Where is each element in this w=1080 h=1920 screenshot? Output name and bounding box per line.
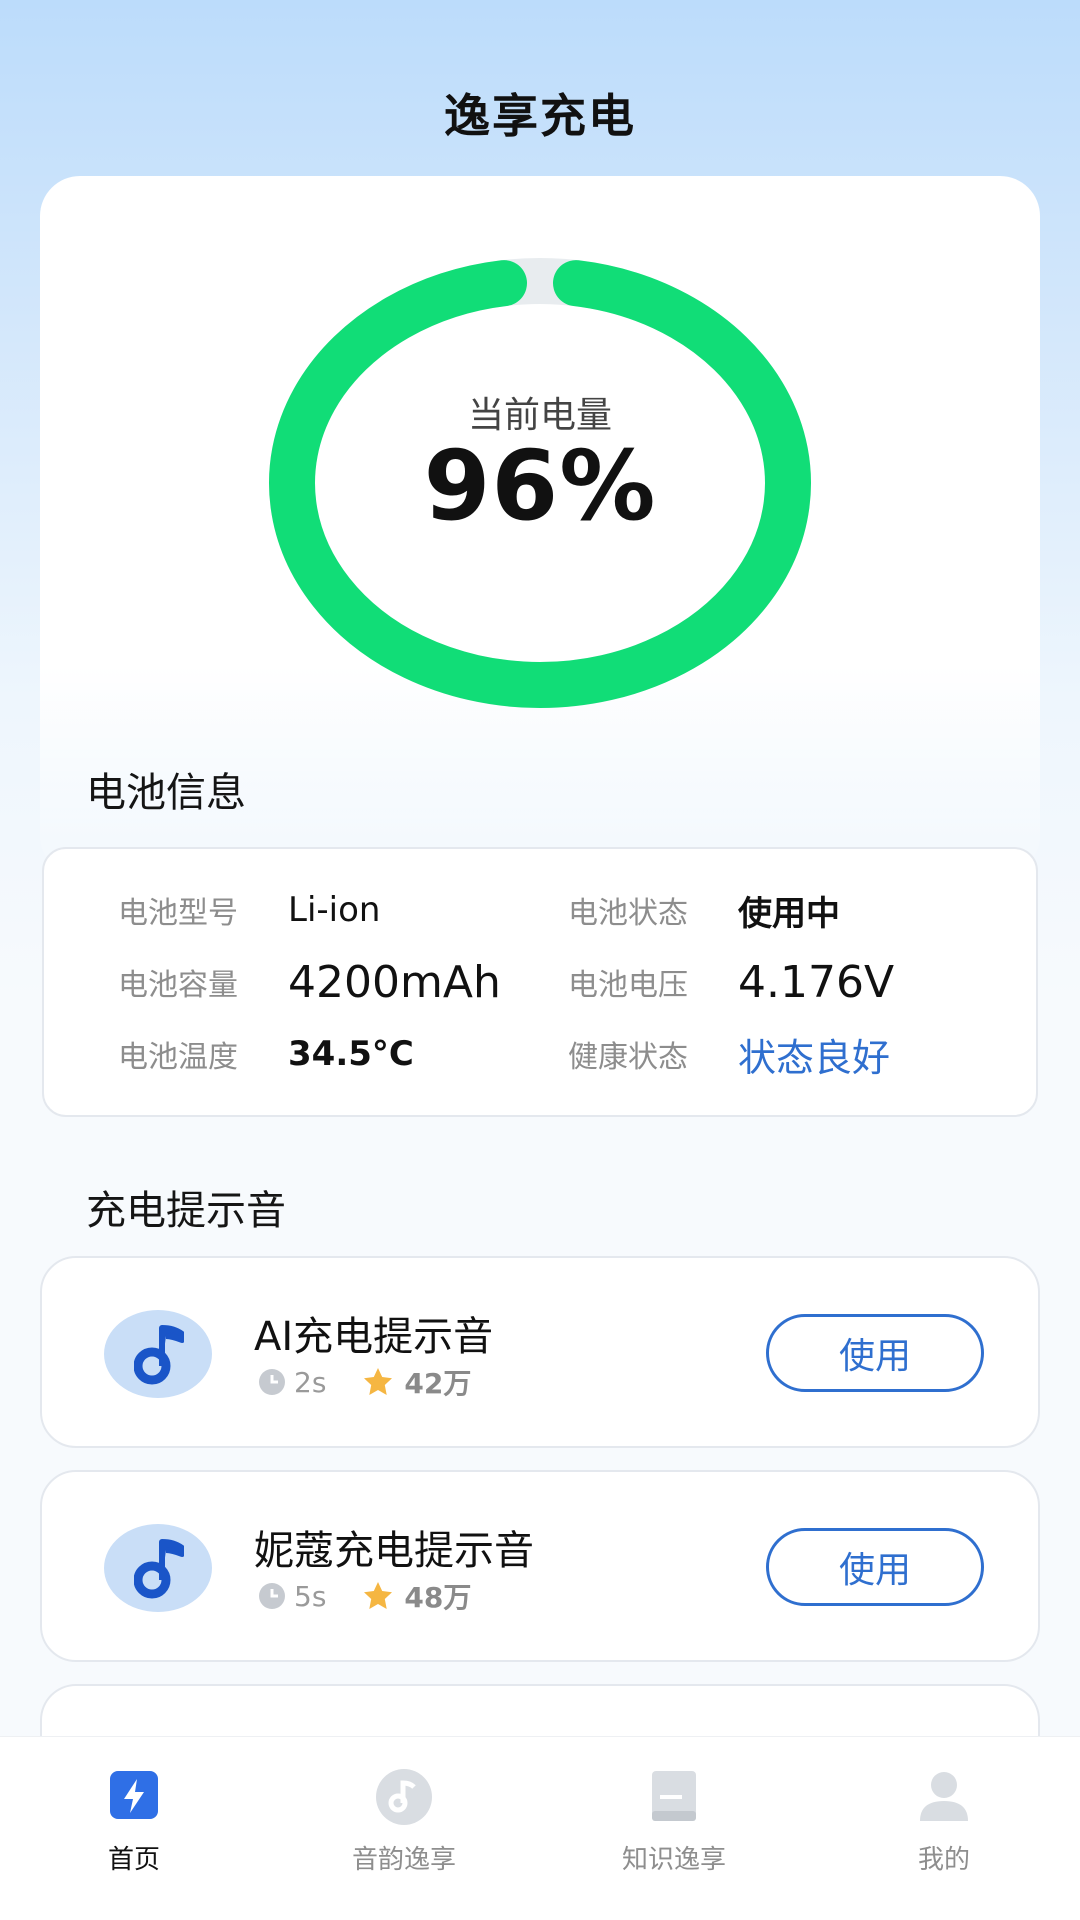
info-value: 使用中 [738,893,840,934]
star-icon [364,1582,393,1609]
music-note-icon [104,1524,212,1612]
sound-card[interactable]: 妮蔻充电提示音 5s 48万 使用 [40,1470,1040,1662]
clock-icon [259,1583,285,1609]
music-note-icon [104,1310,212,1398]
info-capacity: 电池容量 4200mAh [118,956,501,1008]
sound-meta: 2s 42万 [258,1364,471,1400]
star-icon [364,1368,393,1395]
info-health: 健康状态 状态良好 [568,1029,891,1080]
music-disc-icon [372,1765,436,1829]
info-voltage: 电池电压 4.176V [568,956,895,1008]
battery-info-title: 电池信息 [86,770,246,816]
lightning-icon [102,1765,166,1829]
nav-item-knowledge[interactable]: 知识逸享 [574,1765,774,1876]
info-temperature: 电池温度 34.5°C [118,1029,414,1079]
nav-label: 首页 [107,1845,160,1875]
info-value: 34.5°C [288,1034,414,1074]
app-title: 逸享充电 [444,89,636,143]
use-button[interactable]: 使用 [766,1528,984,1606]
clock-icon [259,1369,285,1395]
battery-gauge: 当前电量 96% [268,258,812,708]
user-icon [912,1765,976,1829]
nav-item-profile[interactable]: 我的 [844,1765,1044,1876]
info-model: 电池型号 Li-ion [118,885,380,935]
bottom-nav: 首页 音韵逸享 知识逸享 我的 [0,1736,1080,1920]
info-value: 4.176V [738,956,895,1008]
nav-label: 我的 [917,1845,970,1875]
battery-percentage: 96% [423,430,657,542]
info-value: 4200mAh [288,956,501,1008]
sound-duration: 2s [294,1365,327,1399]
sound-name: 妮蔻充电提示音 [254,1528,534,1574]
info-key: 电池型号 [118,896,238,931]
info-key: 电池容量 [118,968,238,1003]
sound-plays: 42万 [404,1367,472,1400]
nav-label: 音韵逸享 [351,1845,456,1875]
sound-plays: 48万 [404,1581,472,1614]
info-value: Li-ion [288,890,381,930]
book-icon [642,1765,706,1829]
sound-meta: 5s 48万 [258,1578,471,1614]
use-button[interactable]: 使用 [766,1314,984,1392]
battery-info-panel: 电池型号 Li-ion 电池状态 使用中 电池容量 4200mAh 电池电压 4… [42,847,1038,1117]
info-status: 电池状态 使用中 [568,885,840,935]
info-key: 电池温度 [118,1040,238,1075]
sound-name: AI充电提示音 [254,1314,494,1360]
sound-duration: 5s [294,1579,327,1613]
sound-card[interactable]: AI充电提示音 2s 42万 使用 [40,1256,1040,1448]
nav-item-music[interactable]: 音韵逸享 [304,1765,504,1876]
info-key: 电池状态 [568,896,688,931]
nav-item-home[interactable]: 首页 [34,1765,234,1876]
sounds-title: 充电提示音 [86,1188,286,1234]
info-value: 状态良好 [738,1035,891,1080]
info-key: 健康状态 [568,1040,688,1075]
nav-label: 知识逸享 [621,1845,726,1875]
info-key: 电池电压 [568,968,688,1003]
